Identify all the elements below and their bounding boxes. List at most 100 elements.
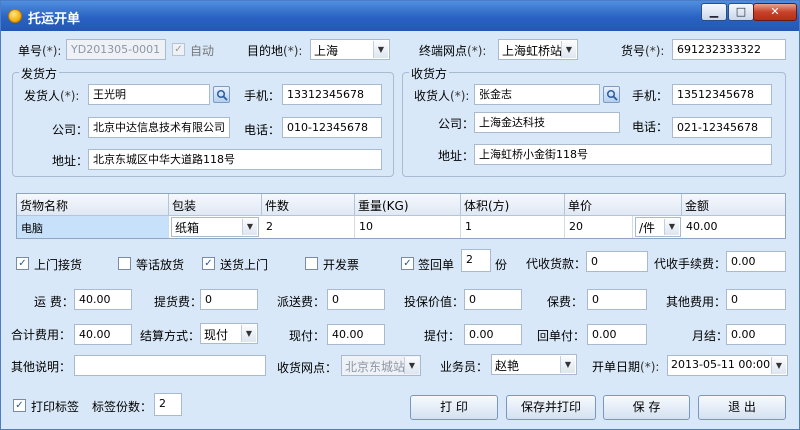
chevron-down-icon[interactable]: ▼	[404, 357, 419, 374]
chevron-down-icon[interactable]: ▼	[241, 325, 256, 342]
price-cell[interactable]: 20	[565, 216, 633, 238]
chevron-down-icon[interactable]: ▼	[373, 41, 388, 58]
pickup-fee-field[interactable]: 0	[200, 289, 258, 310]
remark-field[interactable]	[74, 355, 266, 376]
sender-group-title: 发货方	[19, 65, 60, 82]
insured-value-field[interactable]: 0	[464, 289, 522, 310]
sender-phone-label: 电话：	[244, 123, 281, 137]
chevron-down-icon[interactable]: ▼	[242, 219, 257, 235]
receipt-checkbox[interactable]: ✓	[401, 257, 414, 270]
column-header-count[interactable]: 件数	[262, 194, 355, 216]
title-bar[interactable]: 托运开单 ▁ □ ✕	[1, 1, 799, 31]
recv-point-label: 收货网点：	[277, 361, 338, 375]
cod-fee-label: 代收手续费：	[654, 257, 727, 271]
salesman-select[interactable]: 赵艳 ▼	[491, 354, 577, 375]
chevron-down-icon[interactable]: ▼	[664, 219, 679, 235]
receiver-company-field[interactable]: 上海金达科技	[474, 112, 620, 133]
collect-field[interactable]: 0.00	[464, 324, 522, 345]
monthly-label: 月结：	[692, 329, 729, 343]
goods-name-cell[interactable]: 电脑	[17, 216, 169, 238]
count-cell[interactable]: 2	[262, 216, 355, 238]
sender-company-label: 公司：	[52, 123, 89, 137]
cod-field[interactable]: 0	[586, 251, 648, 272]
chevron-down-icon[interactable]: ▼	[771, 357, 786, 374]
maximize-button[interactable]: □	[728, 3, 754, 21]
other-fee-field[interactable]: 0	[726, 289, 786, 310]
settle-select[interactable]: 现付 ▼	[200, 323, 258, 344]
remark-label: 其他说明：	[11, 360, 72, 374]
receiver-name-field[interactable]: 张金志	[474, 84, 600, 105]
auto-label: 自动	[190, 44, 215, 58]
cash-field[interactable]: 40.00	[327, 324, 385, 345]
invoice-label: 开发票	[323, 258, 360, 272]
freight-field[interactable]: 40.00	[74, 289, 132, 310]
receiver-mobile-field[interactable]: 13512345678	[672, 84, 772, 105]
column-header-weight[interactable]: 重量(KG)	[355, 194, 461, 216]
premium-label: 保费：	[547, 295, 584, 309]
close-button[interactable]: ✕	[753, 3, 797, 21]
print-label-checkbox[interactable]: ✓	[13, 399, 26, 412]
wait-notice-checkbox[interactable]	[118, 257, 131, 270]
amount-cell[interactable]: 40.00	[682, 216, 785, 238]
cod-fee-field[interactable]: 0.00	[726, 251, 786, 272]
search-icon	[606, 89, 618, 101]
sender-search-button[interactable]	[213, 86, 230, 103]
settle-value: 现付	[204, 328, 229, 342]
save-button[interactable]: 保 存	[603, 395, 690, 420]
sender-mobile-field[interactable]: 13312345678	[282, 84, 382, 105]
cod-label: 代收货款：	[526, 257, 587, 271]
receiver-name-label: 收货人(*):	[414, 89, 470, 103]
date-picker[interactable]: 2013-05-11 00:00 ▼	[667, 355, 788, 376]
sender-company-field[interactable]: 北京中达信息技术有限公司	[88, 117, 230, 138]
sender-mobile-label: 手机：	[244, 89, 281, 103]
exit-button[interactable]: 退 出	[698, 395, 786, 420]
print-button[interactable]: 打 印	[410, 395, 498, 420]
receipt-count-field[interactable]: 2	[461, 249, 491, 272]
receiver-phone-label: 电话：	[632, 120, 669, 134]
receiver-address-field[interactable]: 上海虹桥小金街118号	[474, 144, 772, 165]
deliver-checkbox[interactable]: ✓	[202, 257, 215, 270]
delivery-fee-field[interactable]: 0	[327, 289, 385, 310]
invoice-checkbox[interactable]	[305, 257, 318, 270]
salesman-value: 赵艳	[495, 359, 520, 373]
terminal-select[interactable]: 上海虹桥站 ▼	[498, 39, 578, 60]
save-and-print-button[interactable]: 保存并打印	[506, 395, 596, 420]
goods-no-field[interactable]: 691232333322	[672, 39, 786, 60]
label-copies-field[interactable]: 2	[154, 393, 182, 416]
column-header-amount[interactable]: 金额	[682, 194, 785, 216]
recv-point-select[interactable]: 北京东城站 ▼	[341, 355, 421, 376]
column-header-volume[interactable]: 体积(方)	[461, 194, 565, 216]
auto-checkbox[interactable]: ✓	[172, 43, 185, 56]
receiver-search-button[interactable]	[603, 86, 620, 103]
package-select[interactable]: 纸箱 ▼	[171, 217, 259, 237]
chevron-down-icon[interactable]: ▼	[560, 356, 575, 373]
waybill-window: 托运开单 ▁ □ ✕ 单号(*): YD201305-0001 ✓ 自动 目的地…	[0, 0, 800, 430]
other-fee-label: 其他费用：	[666, 295, 727, 309]
sender-name-field[interactable]: 王光明	[88, 84, 210, 105]
goods-no-label: 货号(*):	[621, 44, 665, 58]
monthly-field[interactable]: 0.00	[726, 324, 786, 345]
column-header-package[interactable]: 包装	[169, 194, 262, 216]
price-unit-select[interactable]: /件 ▼	[635, 217, 681, 237]
chevron-down-icon[interactable]: ▼	[561, 41, 576, 58]
sender-phone-field[interactable]: 010-12345678	[282, 117, 382, 138]
settle-label: 结算方式：	[140, 329, 201, 343]
pickup-checkbox[interactable]: ✓	[16, 257, 29, 270]
print-label-label: 打印标签	[31, 400, 80, 414]
column-header-goods-name[interactable]: 货物名称	[17, 194, 169, 216]
weight-cell[interactable]: 10	[355, 216, 461, 238]
minimize-button[interactable]: ▁	[701, 3, 727, 21]
premium-field[interactable]: 0	[587, 289, 647, 310]
form-body: 单号(*): YD201305-0001 ✓ 自动 目的地(*): 上海 ▼ 终…	[4, 31, 796, 427]
sender-address-field[interactable]: 北京东城区中华大道路118号	[88, 149, 382, 170]
return-pay-field[interactable]: 0.00	[587, 324, 647, 345]
volume-cell[interactable]: 1	[461, 216, 565, 238]
receiver-phone-field[interactable]: 021-12345678	[672, 117, 772, 138]
column-header-price[interactable]: 单价	[565, 194, 682, 216]
price-unit-value: /件	[639, 221, 656, 235]
total-field[interactable]: 40.00	[74, 324, 132, 345]
order-no-field[interactable]: YD201305-0001	[66, 39, 166, 60]
collect-label: 提付：	[424, 329, 461, 343]
label-copies-label: 标签份数：	[92, 400, 153, 414]
destination-select[interactable]: 上海 ▼	[310, 39, 390, 60]
